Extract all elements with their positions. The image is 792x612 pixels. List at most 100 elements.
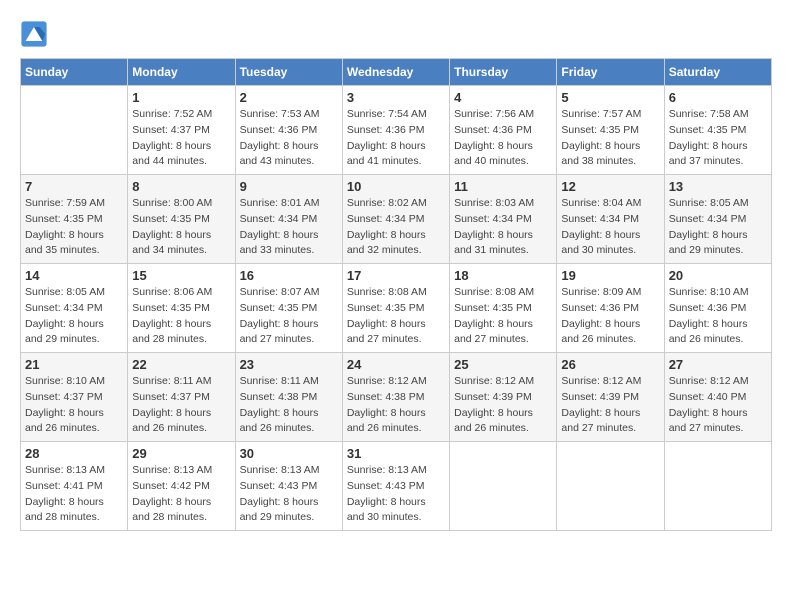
day-number: 15: [132, 268, 230, 283]
day-cell: 8 Sunrise: 8:00 AM Sunset: 4:35 PM Daylig…: [128, 175, 235, 264]
day-cell: 9 Sunrise: 8:01 AM Sunset: 4:34 PM Daylig…: [235, 175, 342, 264]
day-cell: 2 Sunrise: 7:53 AM Sunset: 4:36 PM Daylig…: [235, 86, 342, 175]
col-header-saturday: Saturday: [664, 59, 771, 86]
day-cell: 21 Sunrise: 8:10 AM Sunset: 4:37 PM Dayli…: [21, 353, 128, 442]
day-number: 21: [25, 357, 123, 372]
day-cell: 4 Sunrise: 7:56 AM Sunset: 4:36 PM Daylig…: [450, 86, 557, 175]
col-header-wednesday: Wednesday: [342, 59, 449, 86]
day-cell: 20Sunrise: 8:10 AM Sunset: 4:36 PM Dayli…: [664, 264, 771, 353]
day-cell: 26 Sunrise: 8:12 AM Sunset: 4:39 PM Dayli…: [557, 353, 664, 442]
day-number: 6: [669, 90, 767, 105]
day-number: 31: [347, 446, 445, 461]
day-info: Sunrise: 8:08 AM Sunset: 4:35 PM Dayligh…: [454, 285, 552, 348]
day-info: Sunrise: 8:12 AM Sunset: 4:40 PM Dayligh…: [669, 374, 767, 437]
day-number: 22: [132, 357, 230, 372]
day-cell: 23Sunrise: 8:11 AM Sunset: 4:38 PM Dayli…: [235, 353, 342, 442]
day-cell: 11 Sunrise: 8:03 AM Sunset: 4:34 PM Dayli…: [450, 175, 557, 264]
day-cell: [557, 442, 664, 531]
calendar-table: SundayMondayTuesdayWednesdayThursdayFrid…: [20, 58, 772, 531]
week-row-4: 21 Sunrise: 8:10 AM Sunset: 4:37 PM Dayli…: [21, 353, 772, 442]
day-cell: 15 Sunrise: 8:06 AM Sunset: 4:35 PM Dayli…: [128, 264, 235, 353]
day-number: 13: [669, 179, 767, 194]
day-cell: 19Sunrise: 8:09 AM Sunset: 4:36 PM Dayli…: [557, 264, 664, 353]
day-number: 1: [132, 90, 230, 105]
day-info: Sunrise: 8:12 AM Sunset: 4:39 PM Dayligh…: [561, 374, 659, 437]
week-row-2: 7 Sunrise: 7:59 AM Sunset: 4:35 PM Daylig…: [21, 175, 772, 264]
day-number: 27: [669, 357, 767, 372]
day-info: Sunrise: 8:02 AM Sunset: 4:34 PM Dayligh…: [347, 196, 445, 259]
day-number: 3: [347, 90, 445, 105]
col-header-thursday: Thursday: [450, 59, 557, 86]
day-info: Sunrise: 8:05 AM Sunset: 4:34 PM Dayligh…: [25, 285, 123, 348]
day-info: Sunrise: 7:56 AM Sunset: 4:36 PM Dayligh…: [454, 107, 552, 170]
day-info: Sunrise: 7:53 AM Sunset: 4:36 PM Dayligh…: [240, 107, 338, 170]
day-info: Sunrise: 7:58 AM Sunset: 4:35 PM Dayligh…: [669, 107, 767, 170]
day-info: Sunrise: 8:13 AM Sunset: 4:41 PM Dayligh…: [25, 463, 123, 526]
week-row-1: 1 Sunrise: 7:52 AM Sunset: 4:37 PM Daylig…: [21, 86, 772, 175]
day-cell: 27 Sunrise: 8:12 AM Sunset: 4:40 PM Dayli…: [664, 353, 771, 442]
day-number: 10: [347, 179, 445, 194]
day-cell: 29Sunrise: 8:13 AM Sunset: 4:42 PM Dayli…: [128, 442, 235, 531]
day-number: 5: [561, 90, 659, 105]
day-cell: [664, 442, 771, 531]
day-cell: 12Sunrise: 8:04 AM Sunset: 4:34 PM Dayli…: [557, 175, 664, 264]
day-info: Sunrise: 8:07 AM Sunset: 4:35 PM Dayligh…: [240, 285, 338, 348]
day-info: Sunrise: 8:06 AM Sunset: 4:35 PM Dayligh…: [132, 285, 230, 348]
col-header-friday: Friday: [557, 59, 664, 86]
day-info: Sunrise: 7:54 AM Sunset: 4:36 PM Dayligh…: [347, 107, 445, 170]
day-number: 23: [240, 357, 338, 372]
day-number: 9: [240, 179, 338, 194]
col-header-tuesday: Tuesday: [235, 59, 342, 86]
day-cell: 25 Sunrise: 8:12 AM Sunset: 4:39 PM Dayli…: [450, 353, 557, 442]
day-info: Sunrise: 7:57 AM Sunset: 4:35 PM Dayligh…: [561, 107, 659, 170]
day-cell: 13Sunrise: 8:05 AM Sunset: 4:34 PM Dayli…: [664, 175, 771, 264]
day-number: 16: [240, 268, 338, 283]
day-cell: 1 Sunrise: 7:52 AM Sunset: 4:37 PM Daylig…: [128, 86, 235, 175]
day-info: Sunrise: 8:13 AM Sunset: 4:43 PM Dayligh…: [240, 463, 338, 526]
day-info: Sunrise: 8:08 AM Sunset: 4:35 PM Dayligh…: [347, 285, 445, 348]
day-number: 4: [454, 90, 552, 105]
col-header-sunday: Sunday: [21, 59, 128, 86]
week-row-5: 28Sunrise: 8:13 AM Sunset: 4:41 PM Dayli…: [21, 442, 772, 531]
logo: [20, 20, 52, 48]
day-cell: 16 Sunrise: 8:07 AM Sunset: 4:35 PM Dayli…: [235, 264, 342, 353]
day-number: 29: [132, 446, 230, 461]
day-info: Sunrise: 8:01 AM Sunset: 4:34 PM Dayligh…: [240, 196, 338, 259]
day-number: 26: [561, 357, 659, 372]
calendar-header: SundayMondayTuesdayWednesdayThursdayFrid…: [21, 59, 772, 86]
day-cell: 28Sunrise: 8:13 AM Sunset: 4:41 PM Dayli…: [21, 442, 128, 531]
day-cell: 17Sunrise: 8:08 AM Sunset: 4:35 PM Dayli…: [342, 264, 449, 353]
week-row-3: 14Sunrise: 8:05 AM Sunset: 4:34 PM Dayli…: [21, 264, 772, 353]
col-header-monday: Monday: [128, 59, 235, 86]
day-cell: 31 Sunrise: 8:13 AM Sunset: 4:43 PM Dayli…: [342, 442, 449, 531]
day-info: Sunrise: 8:10 AM Sunset: 4:36 PM Dayligh…: [669, 285, 767, 348]
day-info: Sunrise: 8:13 AM Sunset: 4:43 PM Dayligh…: [347, 463, 445, 526]
day-number: 7: [25, 179, 123, 194]
day-cell: 18 Sunrise: 8:08 AM Sunset: 4:35 PM Dayli…: [450, 264, 557, 353]
day-cell: 10 Sunrise: 8:02 AM Sunset: 4:34 PM Dayli…: [342, 175, 449, 264]
day-info: Sunrise: 7:59 AM Sunset: 4:35 PM Dayligh…: [25, 196, 123, 259]
day-info: Sunrise: 8:03 AM Sunset: 4:34 PM Dayligh…: [454, 196, 552, 259]
day-number: 8: [132, 179, 230, 194]
day-info: Sunrise: 8:00 AM Sunset: 4:35 PM Dayligh…: [132, 196, 230, 259]
day-number: 12: [561, 179, 659, 194]
day-cell: 6 Sunrise: 7:58 AM Sunset: 4:35 PM Daylig…: [664, 86, 771, 175]
page-header: [20, 20, 772, 48]
day-cell: 14Sunrise: 8:05 AM Sunset: 4:34 PM Dayli…: [21, 264, 128, 353]
day-number: 25: [454, 357, 552, 372]
day-info: Sunrise: 7:52 AM Sunset: 4:37 PM Dayligh…: [132, 107, 230, 170]
day-number: 2: [240, 90, 338, 105]
day-number: 11: [454, 179, 552, 194]
day-info: Sunrise: 8:12 AM Sunset: 4:39 PM Dayligh…: [454, 374, 552, 437]
logo-icon: [20, 20, 48, 48]
calendar-body: 1 Sunrise: 7:52 AM Sunset: 4:37 PM Daylig…: [21, 86, 772, 531]
day-info: Sunrise: 8:11 AM Sunset: 4:37 PM Dayligh…: [132, 374, 230, 437]
day-number: 24: [347, 357, 445, 372]
day-cell: 5 Sunrise: 7:57 AM Sunset: 4:35 PM Daylig…: [557, 86, 664, 175]
day-info: Sunrise: 8:10 AM Sunset: 4:37 PM Dayligh…: [25, 374, 123, 437]
day-cell: 3 Sunrise: 7:54 AM Sunset: 4:36 PM Daylig…: [342, 86, 449, 175]
header-row: SundayMondayTuesdayWednesdayThursdayFrid…: [21, 59, 772, 86]
day-number: 18: [454, 268, 552, 283]
day-cell: 22 Sunrise: 8:11 AM Sunset: 4:37 PM Dayli…: [128, 353, 235, 442]
day-cell: 24Sunrise: 8:12 AM Sunset: 4:38 PM Dayli…: [342, 353, 449, 442]
